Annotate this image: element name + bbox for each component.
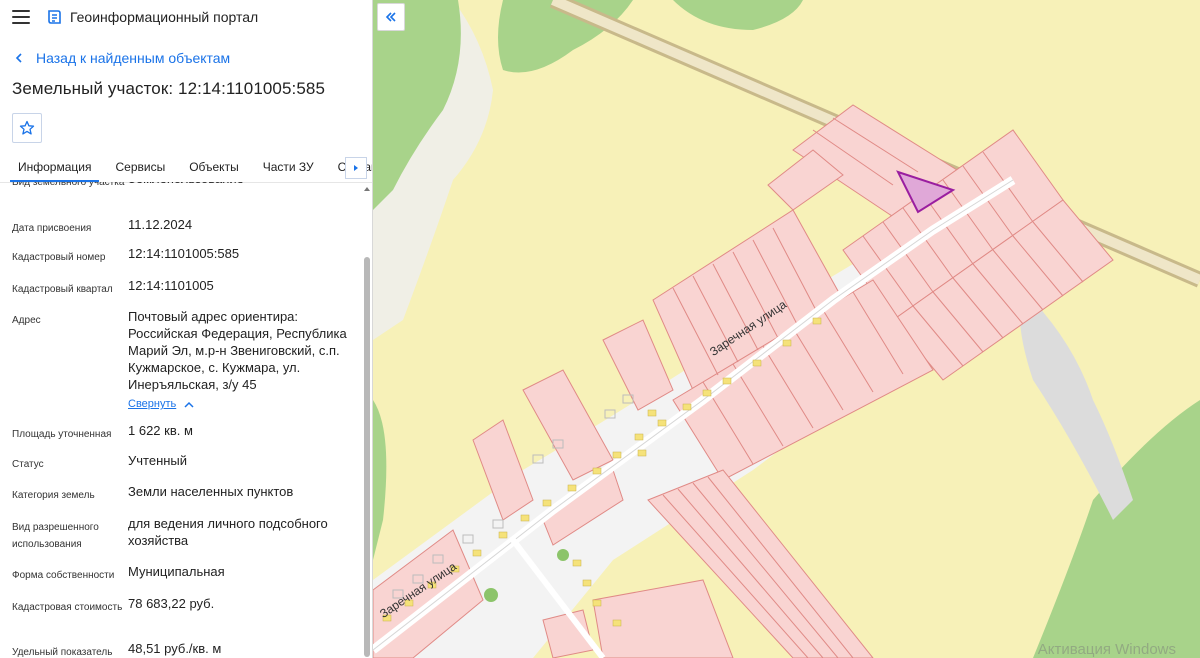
info-row-cad-block: Кадастровый квартал 12:14:1101005 xyxy=(0,277,360,308)
info-label: Форма собственности xyxy=(12,570,115,581)
info-label: Вид земельного участка xyxy=(12,182,125,188)
info-panel: Геоинформационный портал Назад к найденн… xyxy=(0,0,373,658)
info-value: 48,51 руб./кв. м xyxy=(128,641,222,656)
forest-area-se xyxy=(1033,400,1200,658)
info-value: Почтовый адрес ориентира: Российская Фед… xyxy=(128,309,347,392)
map-view[interactable]: Заречная улица Заречная улица Активация … xyxy=(373,0,1200,658)
map-canvas[interactable] xyxy=(373,0,1200,658)
back-link-label: Назад к найденным объектам xyxy=(36,50,231,66)
app-title: Геоинформационный портал xyxy=(70,9,259,25)
info-value: для ведения личного подсобного хозяйства xyxy=(128,516,328,548)
scroll-up-arrow-icon[interactable] xyxy=(363,185,371,193)
info-value: 78 683,22 руб. xyxy=(128,596,215,611)
info-value: 1 622 кв. м xyxy=(128,423,193,438)
tree xyxy=(557,549,569,561)
page-title: Земельный участок: 12:14:1101005:585 xyxy=(12,79,326,98)
tab-objects[interactable]: Объекты xyxy=(181,160,247,182)
scrollbar[interactable] xyxy=(363,182,371,658)
scrollbar-thumb[interactable] xyxy=(364,257,370,657)
info-label: Дата присвоения xyxy=(12,223,92,234)
tab-information[interactable]: Информация xyxy=(10,160,100,182)
chevron-up-icon xyxy=(184,401,194,408)
info-label: Удельный показатель xyxy=(12,647,113,658)
info-value: 12:14:1101005:585 xyxy=(128,246,240,261)
info-row-area: Площадь уточненная 1 622 кв. м xyxy=(0,422,360,452)
double-chevron-left-icon xyxy=(385,12,396,22)
back-link[interactable]: Назад к найденным объектам xyxy=(0,48,372,68)
info-label: Кадастровый квартал xyxy=(12,284,113,295)
info-value: 11.12.2024 xyxy=(128,217,193,232)
info-row-cad-number: Кадастровый номер 12:14:1101005:585 xyxy=(0,245,360,277)
hamburger-menu-icon[interactable] xyxy=(12,10,30,24)
info-row-category: Категория земель Земли населенных пункто… xyxy=(0,483,360,515)
info-row-assign-date: Дата присвоения 11.12.2024 xyxy=(0,216,360,245)
collapse-address-link[interactable]: Свернуть xyxy=(128,396,194,413)
info-row-cad-value: Кадастровая стоимость 78 683,22 руб. xyxy=(0,595,360,640)
tab-bar: Информация Сервисы Объекты Части ЗУ Сост… xyxy=(0,155,372,183)
info-row-specific-value: Удельный показатель 48,51 руб./кв. м xyxy=(0,640,360,658)
windows-activation-watermark: Активация Windows xyxy=(1037,641,1176,658)
info-row-ownership: Форма собственности Муниципальная xyxy=(0,563,360,595)
gray-area-east xyxy=(1019,290,1133,520)
favorite-button[interactable] xyxy=(12,113,42,143)
info-list[interactable]: Вид земельного участка Землепользование … xyxy=(0,182,372,658)
info-label: Вид разрешенного использования xyxy=(12,522,99,550)
caret-right-icon xyxy=(354,165,358,171)
info-row-permitted-use: Вид разрешенного использования для веден… xyxy=(0,515,360,563)
info-label: Кадастровая стоимость xyxy=(12,602,123,613)
collapse-panel-button[interactable] xyxy=(377,3,405,31)
info-value: Муниципальная xyxy=(128,564,225,579)
star-icon xyxy=(19,120,35,135)
info-row-address: Адрес Почтовый адрес ориентира: Российск… xyxy=(0,308,360,422)
info-row-land-type: Вид земельного участка Землепользование xyxy=(0,182,360,216)
info-value: Землепользование xyxy=(128,182,360,216)
info-value: 12:14:1101005 xyxy=(128,278,214,293)
tabs-scroll-right-button[interactable] xyxy=(345,157,367,179)
tree xyxy=(484,588,498,602)
tab-parts[interactable]: Части ЗУ xyxy=(255,160,322,182)
info-label: Кадастровый номер xyxy=(12,252,106,263)
info-label: Площадь уточненная xyxy=(12,429,112,440)
forest-area-west xyxy=(373,400,387,560)
info-label: Категория земель xyxy=(12,490,95,501)
app-root: Геоинформационный портал Назад к найденн… xyxy=(0,0,1200,658)
collapse-label: Свернуть xyxy=(128,398,177,410)
tab-services[interactable]: Сервисы xyxy=(107,160,173,182)
info-label: Адрес xyxy=(12,315,41,326)
info-label: Статус xyxy=(12,459,44,470)
info-row-status: Статус Учтенный xyxy=(0,452,360,483)
chevron-left-icon xyxy=(15,53,22,63)
portal-logo-icon xyxy=(48,10,61,24)
info-value: Учтенный xyxy=(128,453,188,468)
top-bar: Геоинформационный портал xyxy=(0,0,372,34)
info-value: Земли населенных пунктов xyxy=(128,484,294,499)
forest-area-top-right xyxy=(673,0,803,30)
